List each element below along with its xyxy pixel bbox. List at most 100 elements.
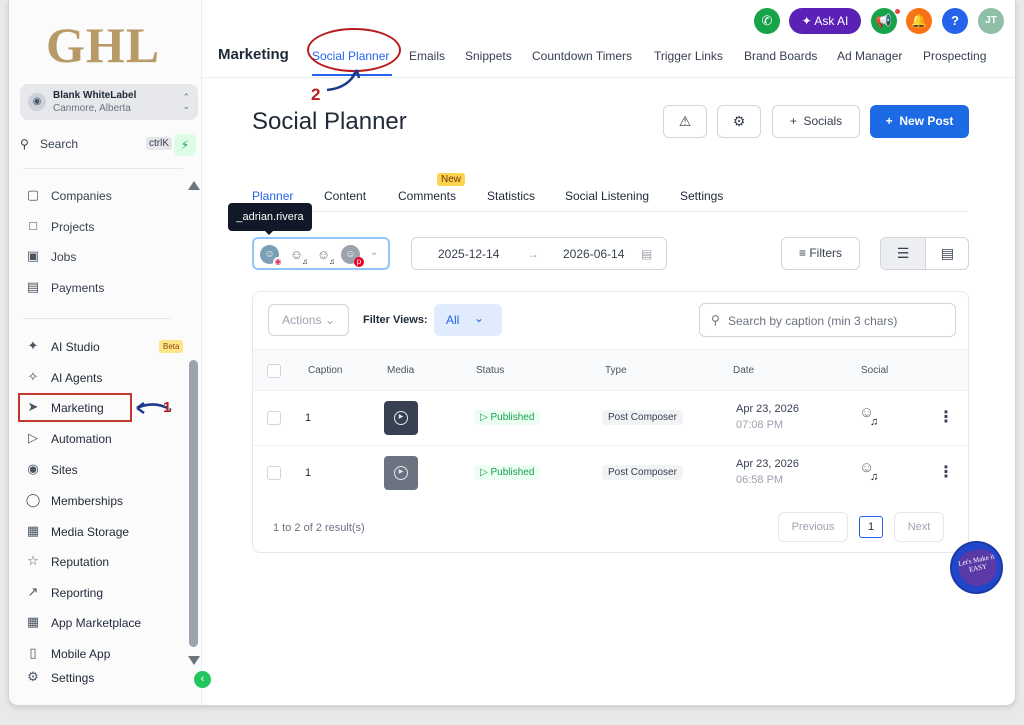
row-date: Apr 23, 2026: [736, 458, 799, 470]
send-icon: ▷: [480, 412, 491, 423]
sidebar-scrollbar[interactable]: [189, 360, 198, 647]
sidebar-item-app-marketplace[interactable]: ▦ App Marketplace: [23, 611, 173, 635]
search-label: Search: [40, 137, 79, 151]
sidebar-item-label: App Marketplace: [51, 616, 142, 630]
row-menu-icon[interactable]: ⋮: [938, 462, 954, 482]
subtab-planner[interactable]: Planner: [252, 189, 293, 203]
list-view-icon[interactable]: ☰: [881, 238, 925, 269]
sidebar-item-reputation[interactable]: ☆ Reputation: [23, 550, 173, 574]
subtab-statistics[interactable]: Statistics: [487, 189, 535, 203]
account-switcher[interactable]: ◉ Blank WhiteLabel Canmore, Alberta ⌃ ⌄: [20, 84, 198, 120]
sidebar-item-label: Memberships: [51, 494, 124, 508]
sidebar-item-payments[interactable]: ▤ Payments: [23, 276, 173, 300]
next-page-button[interactable]: Next: [894, 512, 944, 542]
sidebar-item-ai-agents[interactable]: ✧ AI Agents: [23, 366, 173, 390]
new-badge: New: [437, 173, 466, 186]
phone-call-icon[interactable]: ✆: [754, 8, 780, 34]
badge-icon: ◯: [25, 492, 41, 507]
status-label: Published: [490, 467, 535, 478]
sidebar-item-automation[interactable]: ▷ Automation: [23, 427, 173, 451]
table-row[interactable]: 1 ▶ ▷ Published Post Composer Apr 23, 20…: [253, 391, 968, 446]
help-icon[interactable]: ?: [942, 8, 968, 34]
status-badge: ▷ Published: [474, 465, 541, 480]
scroll-down-arrow[interactable]: [188, 656, 200, 665]
briefcase-icon: ▣: [26, 248, 40, 263]
caption-search-input[interactable]: ⚲ Search by caption (min 3 chars): [699, 303, 956, 337]
subtab-content[interactable]: Content: [324, 189, 366, 203]
subtab-social-listening[interactable]: Social Listening: [565, 189, 649, 203]
gear-icon: ⚙: [732, 113, 746, 129]
page-number[interactable]: 1: [859, 516, 883, 538]
plus-icon: +: [789, 114, 804, 128]
sidebar-item-jobs[interactable]: ▣ Jobs: [23, 245, 173, 269]
status-label: Published: [490, 412, 535, 423]
filter-views-select[interactable]: All ⌄: [434, 304, 502, 336]
row-caption: 1: [305, 467, 312, 479]
table-row[interactable]: 1 ▶ ▷ Published Post Composer Apr 23, 20…: [253, 446, 968, 501]
chevron-down-icon: ⌄: [474, 311, 485, 325]
sidebar-item-projects[interactable]: □ Projects: [23, 215, 173, 239]
row-time: 07:08 PM: [736, 419, 784, 431]
tab-countdown-timers[interactable]: Countdown Timers: [532, 49, 632, 63]
row-menu-icon[interactable]: ⋮: [938, 407, 954, 427]
sidebar-item-mobile-app[interactable]: ▯ Mobile App: [23, 642, 173, 666]
media-thumbnail[interactable]: ▶: [384, 401, 418, 435]
lets-make-it-easy-badge[interactable]: Let's Make it EASY: [950, 541, 1003, 594]
settings-button[interactable]: ⚙: [717, 105, 761, 138]
sidebar-item-label: Reporting: [51, 586, 104, 600]
social-accounts-selector[interactable]: ☺ ◉ ☺ ♫ ☺ ♫ ☺ p ⌄: [252, 237, 390, 270]
tab-snippets[interactable]: Snippets: [465, 49, 512, 63]
socials-button[interactable]: + Socials: [772, 105, 860, 138]
sidebar-item-memberships[interactable]: ◯ Memberships: [23, 489, 173, 513]
globe-icon: ◉: [27, 461, 39, 476]
date-range-picker[interactable]: 2025-12-14 → 2026-06-14 ▤: [411, 237, 667, 270]
star-icon: ☆: [27, 553, 39, 568]
calendar-view-icon[interactable]: ▤: [925, 238, 968, 269]
results-count: 1 to 2 of 2 result(s): [273, 522, 365, 534]
tab-brand-boards[interactable]: Brand Boards: [744, 49, 817, 63]
sidebar-divider: [23, 318, 171, 319]
actions-dropdown[interactable]: Actions ⌄: [268, 304, 349, 336]
tab-ad-manager[interactable]: Ad Manager: [837, 49, 902, 63]
tiktok-icon: ♫: [327, 257, 337, 267]
subtab-settings[interactable]: Settings: [680, 189, 723, 203]
page-title: Social Planner: [252, 108, 407, 135]
user-avatar[interactable]: JT: [978, 8, 1004, 34]
sidebar-item-sites[interactable]: ◉ Sites: [23, 458, 173, 482]
media-thumbnail[interactable]: ▶: [384, 456, 418, 490]
select-all-checkbox[interactable]: [267, 364, 281, 378]
phone-icon: ▯: [29, 645, 37, 660]
sidebar-item-label: Jobs: [51, 250, 77, 264]
bell-icon[interactable]: 🔔: [906, 8, 932, 34]
scroll-up-arrow[interactable]: [188, 181, 200, 190]
sidebar-search[interactable]: ⚲ Search ctrlK: [20, 134, 177, 156]
receipt-icon: ▤: [26, 279, 40, 294]
row-checkbox[interactable]: [267, 466, 281, 480]
tab-emails[interactable]: Emails: [409, 49, 445, 63]
sidebar-item-reporting[interactable]: ↗ Reporting: [23, 581, 173, 605]
row-checkbox[interactable]: [267, 411, 281, 425]
folder-icon: □: [29, 218, 37, 233]
type-badge: Post Composer: [602, 465, 683, 480]
collapse-sidebar-icon[interactable]: ‹: [194, 671, 211, 688]
beta-badge: Beta: [159, 340, 184, 353]
sidebar-item-ai-studio[interactable]: ✦ AI Studio Beta: [23, 335, 184, 359]
feedback-button[interactable]: ⚠: [663, 105, 707, 138]
sidebar-item-label: AI Agents: [51, 371, 103, 385]
quick-action-bolt-icon[interactable]: ⚡: [174, 134, 196, 156]
subtab-comments[interactable]: Comments: [398, 189, 456, 203]
sidebar-item-settings[interactable]: ⚙ Settings: [23, 666, 173, 690]
send-icon: ▷: [480, 467, 491, 478]
sidebar-item-companies[interactable]: ▢ Companies: [23, 184, 173, 208]
sidebar-item-media-storage[interactable]: ▦ Media Storage: [23, 520, 173, 544]
subtab-divider: [252, 211, 968, 212]
tab-trigger-links[interactable]: Trigger Links: [654, 49, 723, 63]
filters-button[interactable]: ≡ Filters: [781, 237, 860, 270]
date-end: 2026-06-14: [563, 247, 625, 261]
tab-prospecting[interactable]: Prospecting: [923, 49, 986, 63]
arrow-right-icon: →: [527, 247, 539, 261]
brand-logo[interactable]: GHL: [46, 16, 160, 74]
ask-ai-button[interactable]: ✦ Ask AI: [789, 8, 861, 34]
previous-page-button[interactable]: Previous: [778, 512, 848, 542]
new-post-button[interactable]: + New Post: [870, 105, 969, 138]
